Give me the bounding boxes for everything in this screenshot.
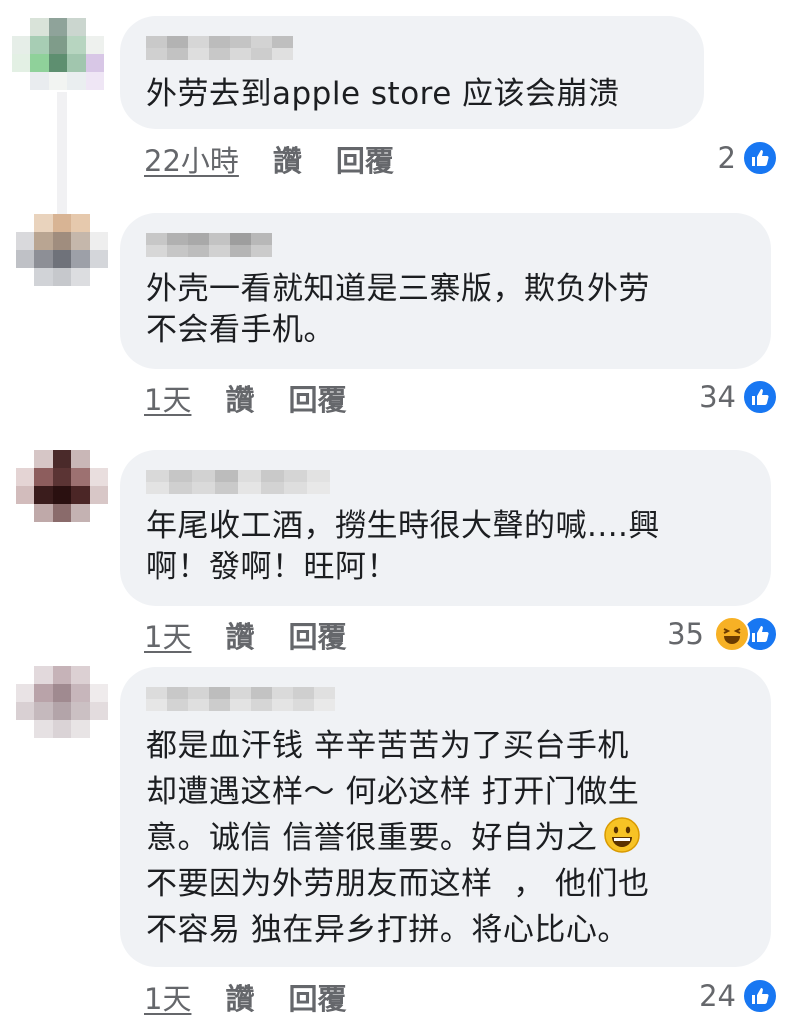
comment-bubble: 外壳一看就知道是三寨版，欺负外劳 不会看手机。 bbox=[120, 213, 771, 369]
comment-bubble: 外劳去到apple store 应该会崩溃 bbox=[120, 16, 704, 129]
like-icon bbox=[742, 379, 778, 415]
comment-bubble: 都是血汗钱 辛辛苦苦为了买台手机 却遭遇这样～ 何必这样 打开门做生意。诚信 信誉… bbox=[120, 667, 771, 967]
timestamp-link[interactable]: 22小時 bbox=[144, 138, 239, 180]
like-button[interactable]: 讚 bbox=[225, 377, 254, 419]
author-name-blurred[interactable] bbox=[146, 687, 745, 711]
timestamp-link[interactable]: 1天 bbox=[144, 377, 191, 419]
like-button[interactable]: 讚 bbox=[225, 614, 254, 656]
comment-bubble: 年尾收工酒，撈生時很大聲的喊....興 啊！發啊！旺阿！ bbox=[120, 450, 771, 606]
avatar[interactable] bbox=[16, 666, 108, 738]
timestamp-link[interactable]: 1天 bbox=[144, 976, 191, 1018]
comment-text: 外壳一看就知道是三寨版，欺负外劳 不会看手机。 bbox=[146, 271, 650, 348]
comment-text: 年尾收工酒，撈生時很大聲的喊....興 啊！發啊！旺阿！ bbox=[146, 508, 660, 585]
author-name-blurred[interactable] bbox=[146, 233, 745, 257]
reaction-count: 24 bbox=[699, 979, 736, 1013]
comment-actions: 22小時 讚 回覆 bbox=[144, 139, 428, 179]
author-name-blurred[interactable] bbox=[146, 470, 745, 494]
smiling-face-icon bbox=[604, 817, 641, 853]
avatar[interactable] bbox=[12, 18, 104, 90]
avatar[interactable] bbox=[16, 450, 108, 522]
comment-text-line: 都是血汗钱 辛辛苦苦为了买台手机 bbox=[146, 728, 629, 764]
comment-actions: 1天 讚 回覆 bbox=[144, 615, 380, 655]
reaction-summary[interactable]: 2 bbox=[718, 138, 778, 178]
avatar[interactable] bbox=[16, 214, 108, 286]
reaction-count: 34 bbox=[699, 380, 736, 414]
thread-connector-line bbox=[57, 92, 67, 214]
like-button[interactable]: 讚 bbox=[273, 138, 302, 180]
author-name-blurred[interactable] bbox=[146, 36, 678, 60]
like-icon bbox=[742, 978, 778, 1014]
reaction-summary[interactable]: 35 bbox=[667, 614, 778, 654]
timestamp-link[interactable]: 1天 bbox=[144, 614, 191, 656]
reply-button[interactable]: 回覆 bbox=[288, 377, 346, 419]
comment-actions: 1天 讚 回覆 bbox=[144, 378, 380, 418]
haha-icon bbox=[714, 616, 750, 652]
comment-text: 外劳去到apple store 应该会崩溃 bbox=[146, 76, 620, 112]
reaction-summary[interactable]: 24 bbox=[699, 976, 778, 1016]
comment-text: 都是血汗钱 辛辛苦苦为了买台手机 却遭遇这样～ 何必这样 打开门做生意。诚信 信誉… bbox=[146, 723, 745, 953]
comment-thread: 外劳去到apple store 应该会崩溃 22小時 讚 回覆 2 外壳一看就知… bbox=[0, 0, 800, 1027]
comment-text-line: 意。诚信 信誉很重要。好自为之 bbox=[146, 815, 745, 861]
comment-text-line: 不容易 独在异乡打拼。将心比心。 bbox=[146, 912, 629, 948]
comment-text-line: 却遭遇这样～ 何必这样 打开门做生 bbox=[146, 774, 640, 810]
reaction-count: 35 bbox=[667, 617, 704, 651]
comment-actions: 1天 讚 回覆 bbox=[144, 977, 380, 1017]
like-button[interactable]: 讚 bbox=[225, 976, 254, 1018]
reaction-count: 2 bbox=[717, 141, 736, 175]
like-icon bbox=[742, 140, 778, 176]
reaction-summary[interactable]: 34 bbox=[699, 377, 778, 417]
reply-button[interactable]: 回覆 bbox=[288, 976, 346, 1018]
comment-text-line: 不要因为外劳朋友而这样 ， 他们也 bbox=[146, 866, 650, 902]
reply-button[interactable]: 回覆 bbox=[336, 138, 394, 180]
reply-button[interactable]: 回覆 bbox=[288, 614, 346, 656]
